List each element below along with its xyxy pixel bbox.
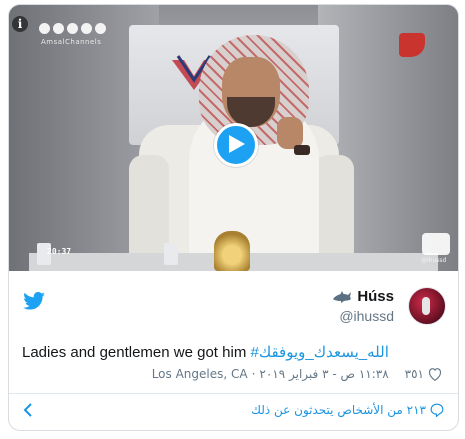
user-handle[interactable]: @ihussd bbox=[332, 308, 394, 324]
play-icon bbox=[229, 135, 245, 153]
shark-icon bbox=[333, 291, 352, 303]
tweet-location[interactable]: Los Angeles, CA bbox=[152, 367, 248, 381]
speech-bubble-icon bbox=[430, 403, 444, 417]
user-info[interactable]: Húss @ihussd bbox=[332, 288, 394, 324]
chevron-left-icon[interactable] bbox=[23, 403, 33, 417]
cup bbox=[164, 243, 178, 265]
meta-separator: · bbox=[251, 367, 256, 381]
display-name-text: Húss bbox=[357, 288, 394, 305]
divider bbox=[9, 393, 458, 394]
replies-text: ٢١٣ من الأشخاص يتحدثون عن ذلك bbox=[251, 403, 426, 417]
play-button[interactable] bbox=[214, 123, 258, 167]
twitter-bird-icon[interactable] bbox=[23, 292, 45, 310]
hashtag-link[interactable]: #الله_يسعدك_ويوفقك bbox=[250, 344, 388, 361]
sofa-arm-right bbox=[314, 155, 354, 265]
social-handle-overlay: AmsalChannels bbox=[41, 38, 102, 46]
tweet-timestamp[interactable]: ١١:٣٨ ص - ٣ فبراير ٢٠١٩ bbox=[259, 367, 388, 381]
instagram-icon bbox=[39, 23, 50, 34]
like-count[interactable]: ٣٥١ bbox=[405, 367, 424, 381]
watermark-text: @ihussd bbox=[421, 257, 447, 264]
lantern bbox=[214, 231, 250, 271]
facebook-icon bbox=[53, 23, 64, 34]
social-icons-strip bbox=[39, 23, 106, 34]
tweet-card: i AmsalChannels 20:37 @ihussd Húss @ihus… bbox=[8, 4, 459, 431]
twitter-icon bbox=[81, 23, 92, 34]
person-watch bbox=[294, 145, 310, 155]
display-name[interactable]: Húss bbox=[332, 288, 394, 305]
snapchat-icon bbox=[95, 23, 106, 34]
heart-icon[interactable] bbox=[428, 367, 442, 381]
video-timecode: 20:37 bbox=[47, 247, 72, 256]
avatar-figure bbox=[422, 297, 430, 315]
video-player[interactable]: i AmsalChannels 20:37 @ihussd bbox=[9, 5, 458, 271]
sofa-arm-left bbox=[129, 155, 169, 265]
replies-link[interactable]: ٢١٣ من الأشخاص يتحدثون عن ذلك bbox=[251, 403, 444, 417]
tweet-text: Ladies and gentlemen we got him #الله_يس… bbox=[22, 343, 446, 361]
watermark-logo bbox=[422, 233, 450, 255]
tweet-text-body: Ladies and gentlemen we got him bbox=[22, 344, 251, 361]
info-icon[interactable]: i bbox=[12, 16, 28, 32]
tweet-meta: ٣٥١ ١١:٣٨ ص - ٣ فبراير ٢٠١٩ · Los Angele… bbox=[152, 367, 442, 381]
youtube-icon bbox=[67, 23, 78, 34]
